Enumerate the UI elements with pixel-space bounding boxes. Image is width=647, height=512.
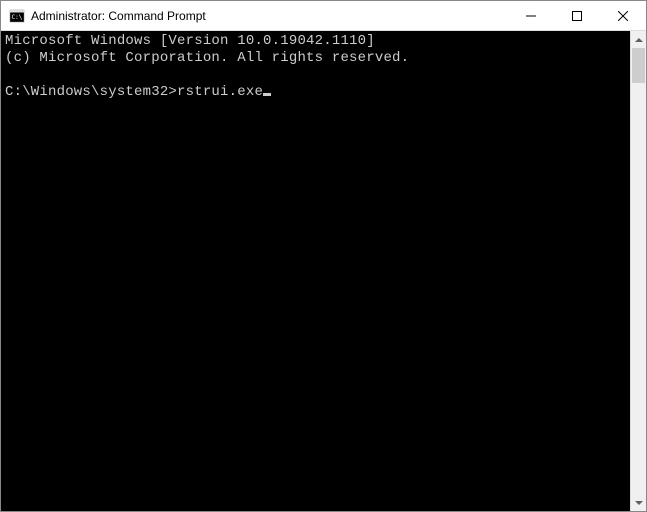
terminal-content[interactable]: Microsoft Windows [Version 10.0.19042.11…: [1, 31, 630, 511]
version-line: Microsoft Windows [Version 10.0.19042.11…: [5, 33, 375, 49]
maximize-button[interactable]: [554, 1, 600, 30]
close-button[interactable]: [600, 1, 646, 30]
command-prompt-window: C:\ Administrator: Command Prompt: [0, 0, 647, 512]
command-prompt-icon: C:\: [9, 8, 25, 24]
scroll-track[interactable]: [631, 48, 646, 494]
vertical-scrollbar[interactable]: [630, 31, 646, 511]
typed-command: rstrui.exe: [177, 84, 263, 100]
window-title: Administrator: Command Prompt: [31, 9, 508, 23]
copyright-line: (c) Microsoft Corporation. All rights re…: [5, 50, 409, 66]
scroll-up-button[interactable]: [631, 31, 646, 48]
minimize-button[interactable]: [508, 1, 554, 30]
titlebar[interactable]: C:\ Administrator: Command Prompt: [1, 1, 646, 31]
scroll-thumb[interactable]: [632, 48, 645, 83]
prompt-path: C:\Windows\system32>: [5, 84, 177, 100]
svg-text:C:\: C:\: [12, 14, 23, 21]
window-controls: [508, 1, 646, 30]
scroll-down-button[interactable]: [631, 494, 646, 511]
text-cursor: [263, 93, 271, 96]
terminal-body: Microsoft Windows [Version 10.0.19042.11…: [1, 31, 646, 511]
